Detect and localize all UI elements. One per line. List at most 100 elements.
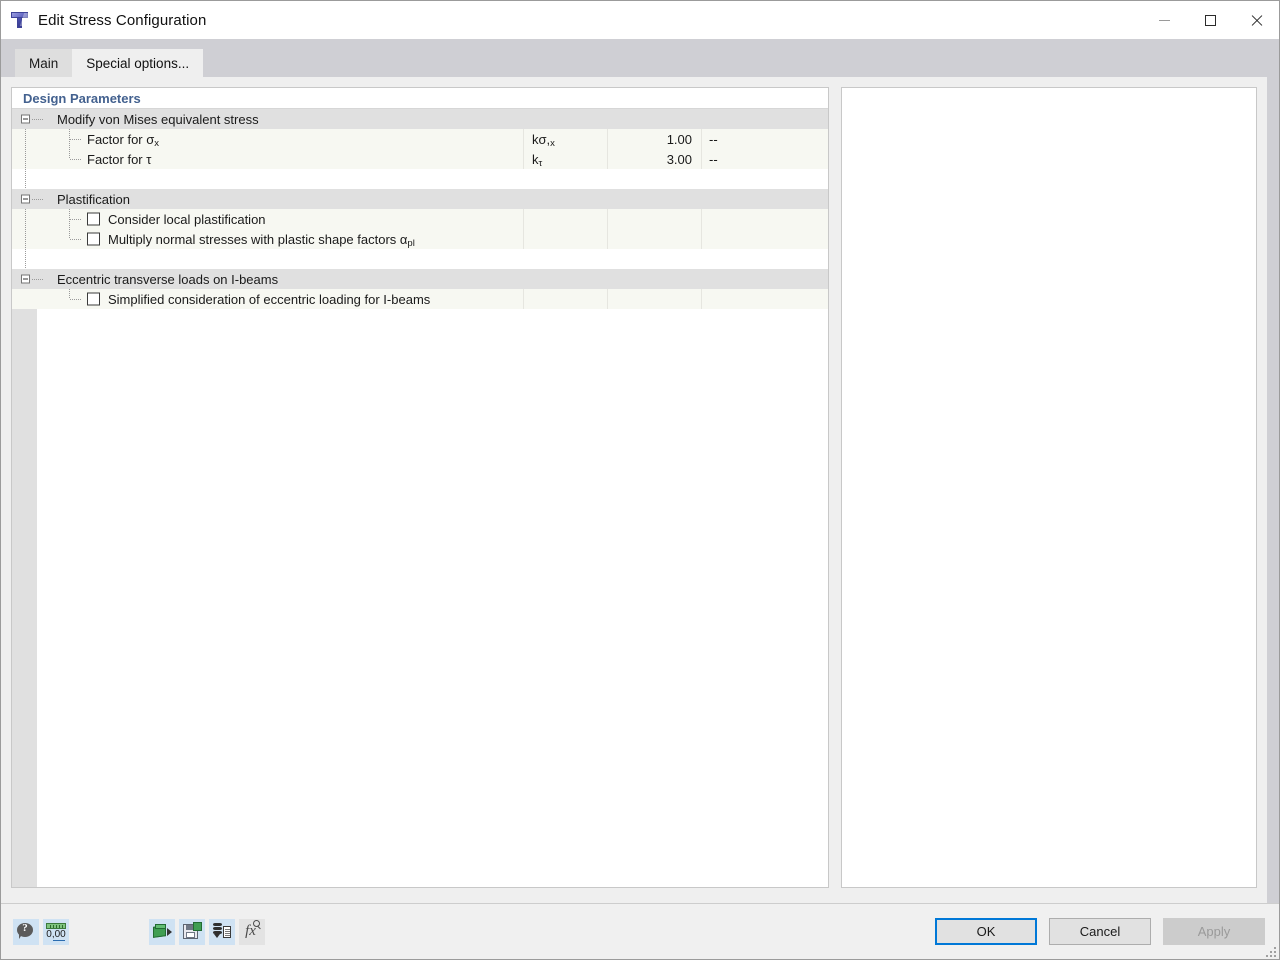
collapse-icon[interactable]: [21, 274, 30, 284]
checkbox-consider-local-plastification[interactable]: [87, 212, 100, 226]
tree-connector: [32, 279, 44, 280]
units-decimals-icon: 0,00: [46, 922, 66, 941]
title-bar: Edit Stress Configuration: [1, 1, 1279, 39]
row-label: Factor for τ: [87, 151, 152, 167]
checkbox-simplified-eccentric-loading[interactable]: [87, 292, 100, 306]
row-label: Consider local plastification: [108, 211, 266, 227]
formula-button[interactable]: fx: [239, 918, 265, 945]
import-button[interactable]: [149, 918, 175, 945]
save-as-default-button[interactable]: [179, 918, 205, 945]
tree-group-row[interactable]: Eccentric transverse loads on I-beams: [12, 269, 828, 289]
ok-button[interactable]: OK: [935, 918, 1037, 945]
value-cell[interactable]: 3.00: [607, 149, 701, 169]
help-icon: ?: [17, 922, 35, 941]
symbol-subscript: x: [550, 137, 555, 149]
group-title: Modify von Mises equivalent stress: [57, 111, 259, 127]
symbol-cell: [523, 209, 607, 229]
units-icon-label: 0,00: [46, 928, 66, 940]
dialog-window: Edit Stress Configuration Main Special o…: [0, 0, 1280, 960]
value-text: 3.00: [666, 151, 692, 167]
spacer-cell: [523, 169, 607, 189]
window-title: Edit Stress Configuration: [38, 11, 207, 29]
apply-button: Apply: [1163, 918, 1265, 945]
tree-data-row[interactable]: Factor for τ kτ 3.00 --: [12, 149, 828, 169]
cancel-button[interactable]: Cancel: [1049, 918, 1151, 945]
tree-connector: [70, 239, 82, 240]
symbol-cell: [523, 289, 607, 309]
tree-line-vertical: [25, 129, 26, 149]
value-cell: [607, 189, 701, 209]
spacer-cell: [12, 169, 523, 189]
symbol-cell: [523, 109, 607, 129]
database-export-button[interactable]: [209, 918, 235, 945]
unit-cell: [701, 289, 828, 309]
value-cell: [607, 269, 701, 289]
group-title: Plastification: [57, 191, 130, 207]
value-cell: [607, 109, 701, 129]
unit-cell: [701, 269, 828, 289]
tree-line-vertical: [25, 249, 26, 269]
unit-cell: --: [701, 129, 828, 149]
tab-special-options[interactable]: Special options...: [72, 49, 204, 77]
tree-connector: [70, 139, 82, 140]
close-icon: [1250, 14, 1263, 27]
tree-check-row[interactable]: Consider local plastification: [12, 209, 828, 229]
symbol-text: kσ,x: [532, 131, 555, 149]
spacer-cell: [701, 169, 828, 189]
right-rail: [1267, 77, 1279, 903]
row-label-cell: Simplified consideration of eccentric lo…: [12, 289, 523, 309]
help-button[interactable]: ?: [13, 918, 39, 945]
spacer-cell: [607, 249, 701, 269]
tree-group-label-cell: Eccentric transverse loads on I-beams: [12, 269, 523, 289]
unit-cell: [701, 189, 828, 209]
row-label-cell: Consider local plastification: [12, 209, 523, 229]
tree-check-row[interactable]: Simplified consideration of eccentric lo…: [12, 289, 828, 309]
tree-connector: [32, 119, 44, 120]
design-parameters-panel: Design Parameters Modify von Mises equiv…: [11, 87, 829, 888]
parameter-tree[interactable]: Modify von Mises equivalent stress Facto…: [12, 109, 828, 887]
units-decimals-button[interactable]: 0,00: [43, 918, 69, 945]
dialog-action-buttons: OK Cancel Apply: [935, 918, 1265, 945]
collapse-icon[interactable]: [21, 114, 30, 124]
maximize-button[interactable]: [1187, 1, 1233, 39]
resize-grip[interactable]: [1264, 945, 1276, 957]
tree-connector: [70, 299, 82, 300]
window-controls: [1141, 1, 1279, 39]
symbol-cell: [523, 189, 607, 209]
spacer-cell: [523, 249, 607, 269]
row-label: Simplified consideration of eccentric lo…: [108, 291, 431, 307]
row-label-subscript: pl: [407, 237, 415, 249]
tree-line-vertical: [25, 169, 26, 189]
collapse-icon[interactable]: [21, 194, 30, 204]
row-label-cell: Factor for σx: [12, 129, 523, 149]
row-label-subscript: x: [154, 137, 160, 149]
value-cell[interactable]: 1.00: [607, 129, 701, 149]
symbol-cell: [523, 269, 607, 289]
tab-bar: Main Special options...: [1, 39, 1279, 77]
import-green-icon: [153, 923, 172, 940]
close-button[interactable]: [1233, 1, 1279, 39]
tree-connector: [70, 159, 82, 160]
row-label-cell: Multiply normal stresses with plastic sh…: [12, 229, 523, 249]
symbol-text: kτ: [532, 151, 543, 169]
panel-title: Design Parameters: [12, 88, 828, 109]
unit-text: --: [709, 151, 718, 167]
spacer-cell: [607, 169, 701, 189]
tree-check-row[interactable]: Multiply normal stresses with plastic sh…: [12, 229, 828, 249]
value-cell: [607, 209, 701, 229]
tree-spacer-row: [12, 249, 828, 269]
tree-group-row[interactable]: Plastification: [12, 189, 828, 209]
tree-group-row[interactable]: Modify von Mises equivalent stress: [12, 109, 828, 129]
minimize-button[interactable]: [1141, 1, 1187, 39]
tree-line-vertical: [25, 229, 26, 249]
value-cell: [607, 289, 701, 309]
minimize-icon: [1158, 19, 1170, 21]
unit-cell: --: [701, 149, 828, 169]
unit-cell: [701, 209, 828, 229]
maximize-icon: [1204, 14, 1216, 26]
tree-data-row[interactable]: Factor for σx kσ,x 1.00 --: [12, 129, 828, 149]
tree-line-vertical: [25, 149, 26, 169]
tree-connector: [32, 199, 44, 200]
tab-main[interactable]: Main: [15, 49, 73, 77]
checkbox-multiply-normal-stresses[interactable]: [87, 232, 100, 246]
